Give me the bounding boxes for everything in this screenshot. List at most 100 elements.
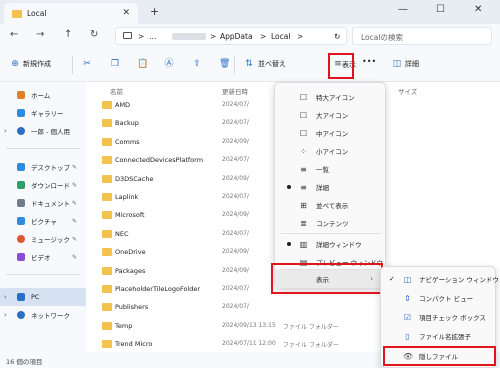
title-bar: Local ✕ + — ☐ ✕	[0, 0, 500, 24]
table-row[interactable]: Temp 2024/09/13 13:15 ファイル フォルダー	[86, 317, 356, 335]
new-button[interactable]: 新規作成	[23, 59, 51, 69]
address-bar[interactable]: > … > AppData > Local > ↻	[115, 27, 347, 45]
table-row[interactable]: Publishers 2024/07/	[86, 298, 356, 316]
menu-item-medium-icons[interactable]: ☐ 中アイコン	[275, 124, 385, 142]
menu-item-large-icons[interactable]: ☐ 大アイコン	[275, 106, 385, 124]
selected-dot-icon	[287, 242, 291, 246]
back-button[interactable]: ←	[10, 29, 18, 40]
sort-button[interactable]: 並べ替え	[258, 59, 286, 69]
sidebar-item-pictures[interactable]: ピクチャ ✎	[0, 212, 86, 230]
sort-icon: ⇅	[245, 59, 253, 69]
list-icon: ≡	[300, 164, 307, 174]
file-explorer-window: Local ✕ + — ☐ ✕ ← → ↑ ↻ > … > AppData > …	[0, 0, 500, 368]
pin-icon: ✎	[72, 253, 78, 261]
file-date: 2024/09/	[222, 211, 249, 219]
download-icon	[17, 181, 25, 189]
breadcrumb-appdata[interactable]: AppData	[220, 32, 253, 41]
table-row[interactable]: Trend Micro 2024/07/11 12:00 ファイル フォルダー	[86, 335, 356, 353]
breadcrumb-separator: >	[297, 32, 304, 41]
selected-dot-icon	[287, 185, 291, 189]
column-header-size[interactable]: サイズ	[398, 86, 417, 96]
sidebar-item-music[interactable]: ミュージック ✎	[0, 230, 86, 248]
sidebar-item-documents[interactable]: ドキュメント ✎	[0, 194, 86, 212]
chevron-right-icon[interactable]: ›	[4, 311, 7, 319]
pc-icon	[17, 293, 25, 301]
more-options-button[interactable]: •••	[362, 57, 376, 66]
home-icon	[17, 91, 25, 99]
maximize-button[interactable]: ☐	[436, 4, 445, 15]
close-tab-icon[interactable]: ✕	[122, 8, 130, 18]
details-icon: ≡	[300, 182, 307, 192]
chevron-right-icon[interactable]: ›	[4, 127, 7, 135]
details-button[interactable]: 詳細	[405, 59, 419, 69]
menu-item-label: 並べて表示	[316, 202, 349, 210]
submenu-item-navigation-pane[interactable]: ✓ ◫ ナビゲーション ウィンドウ	[381, 270, 499, 288]
menu-item-content[interactable]: ≣ コンテンツ	[275, 214, 385, 232]
file-name: PlaceholderTileLogoFolder	[115, 285, 201, 293]
sidebar-item-videos[interactable]: ビデオ ✎	[0, 248, 86, 266]
compact-view-icon: ⇕	[404, 293, 411, 303]
sidebar-item-downloads[interactable]: ダウンロード ✎	[0, 176, 86, 194]
pin-icon: ✎	[72, 235, 78, 243]
delete-icon[interactable]: 🗑	[219, 59, 230, 69]
menu-item-details[interactable]: ≡ 詳細	[275, 178, 385, 196]
column-header-name[interactable]: 名前	[110, 86, 123, 96]
rename-icon[interactable]: Ⓐ	[164, 59, 174, 69]
submenu-item-label: ナビゲーション ウィンドウ	[419, 276, 499, 284]
share-icon[interactable]: ⇪	[192, 59, 202, 69]
sidebar-item-label: ミュージック	[31, 236, 70, 244]
sidebar-item-gallery[interactable]: ギャラリー	[0, 104, 86, 122]
file-name: D3DSCache	[115, 174, 154, 183]
search-input[interactable]: Localの検索	[352, 27, 492, 45]
sidebar-item-label: ホーム	[31, 92, 51, 100]
paste-icon[interactable]: 📋	[137, 59, 148, 69]
sidebar-item-label: ギャラリー	[31, 110, 64, 118]
menu-item-list[interactable]: ≡ 一覧	[275, 160, 385, 178]
sidebar-item-home[interactable]: ホーム	[0, 86, 86, 104]
refresh-button[interactable]: ↻	[90, 29, 98, 40]
large-icons-icon: ☐	[299, 110, 308, 120]
cut-icon[interactable]: ✂	[82, 59, 92, 69]
submenu-item-compact-view[interactable]: ⇕ コンパクト ビュー	[381, 289, 495, 307]
chevron-right-icon[interactable]: ›	[4, 293, 7, 301]
refresh-icon[interactable]: ↻	[334, 32, 340, 41]
column-header-date[interactable]: 更新日時	[222, 86, 248, 96]
folder-icon	[102, 119, 112, 128]
new-tab-button[interactable]: +	[150, 5, 159, 18]
sidebar-item-desktop[interactable]: デスクトップ ✎	[0, 158, 86, 176]
copy-icon[interactable]: ❐	[110, 59, 120, 69]
videos-icon	[17, 253, 25, 261]
tab-local[interactable]: Local ✕	[4, 3, 138, 24]
close-window-button[interactable]: ✕	[474, 4, 482, 15]
file-date: 2024/09/13 13:15	[222, 321, 276, 329]
checkbox-icon: ☑	[403, 312, 412, 322]
menu-item-extra-large-icons[interactable]: ☐ 特大アイコン	[275, 88, 385, 106]
up-button[interactable]: ↑	[64, 29, 72, 40]
sidebar-divider	[6, 274, 80, 275]
file-date: 2024/09/	[222, 137, 249, 145]
file-name: Laplink	[115, 193, 139, 201]
breadcrumb-local[interactable]: Local	[271, 32, 290, 41]
menu-item-small-icons[interactable]: ⁘ 小アイコン	[275, 142, 385, 160]
file-date: 2024/07/	[222, 101, 249, 108]
minimize-button[interactable]: —	[398, 4, 408, 15]
folder-icon	[102, 303, 112, 312]
file-name: NEC	[115, 229, 129, 238]
menu-item-details-pane[interactable]: ▥ 詳細ウィンドウ	[275, 235, 385, 253]
submenu-item-file-extensions[interactable]: ▯ ファイル名拡張子	[381, 327, 495, 345]
file-type: ファイル フォルダー	[283, 342, 339, 350]
sidebar-item-onedrive[interactable]: › 一郎 - 個人用	[0, 122, 86, 140]
file-name: AMD	[115, 101, 131, 109]
breadcrumb-more[interactable]: …	[149, 32, 157, 41]
forward-button[interactable]: →	[36, 29, 44, 40]
breadcrumb-separator: >	[138, 32, 145, 41]
pc-icon	[123, 32, 132, 39]
sidebar-item-label: ピクチャ	[31, 218, 57, 226]
file-date: 2024/07/	[222, 119, 249, 127]
submenu-item-checkboxes[interactable]: ☑ 項目チェック ボックス	[381, 308, 495, 326]
menu-item-label: コンテンツ	[316, 220, 349, 228]
sidebar-item-pc[interactable]: › PC	[0, 288, 86, 306]
sidebar-item-network[interactable]: › ネットワーク	[0, 306, 86, 324]
menu-item-tiles[interactable]: ⊞ 並べて表示	[275, 196, 385, 214]
folder-icon	[102, 285, 112, 293]
